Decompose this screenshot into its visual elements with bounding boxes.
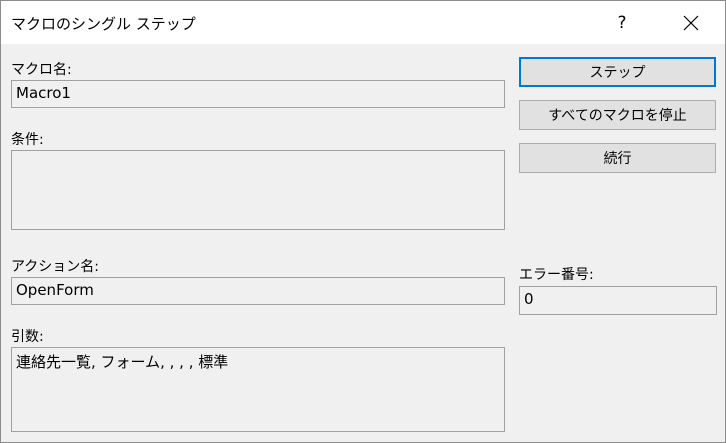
condition-field[interactable] [11, 150, 505, 230]
close-icon [683, 15, 699, 30]
step-button[interactable]: ステップ [519, 57, 716, 87]
title-bar: マクロのシングル ステップ ? [1, 1, 725, 44]
action-name-field[interactable]: OpenForm [11, 277, 505, 305]
macro-name-field[interactable]: Macro1 [11, 80, 505, 108]
arguments-field[interactable]: 連絡先一覧, フォーム, , , , 標準 [11, 347, 505, 432]
macro-name-label: マクロ名: [11, 62, 72, 78]
single-step-dialog: マクロのシングル ステップ ? マクロ名: Macro1 条件: アクション名:… [0, 0, 726, 443]
condition-label: 条件: [11, 132, 44, 148]
help-button[interactable]: ? [599, 1, 645, 44]
close-button[interactable] [665, 1, 717, 44]
error-number-field[interactable]: 0 [519, 286, 717, 315]
error-number-label: エラー番号: [519, 267, 594, 283]
arguments-label: 引数: [11, 329, 44, 345]
stop-all-macros-button[interactable]: すべてのマクロを停止 [519, 100, 716, 130]
help-icon: ? [617, 12, 627, 33]
window-title: マクロのシングル ステップ [11, 15, 196, 33]
action-name-label: アクション名: [11, 259, 100, 275]
continue-button[interactable]: 続行 [519, 143, 716, 173]
